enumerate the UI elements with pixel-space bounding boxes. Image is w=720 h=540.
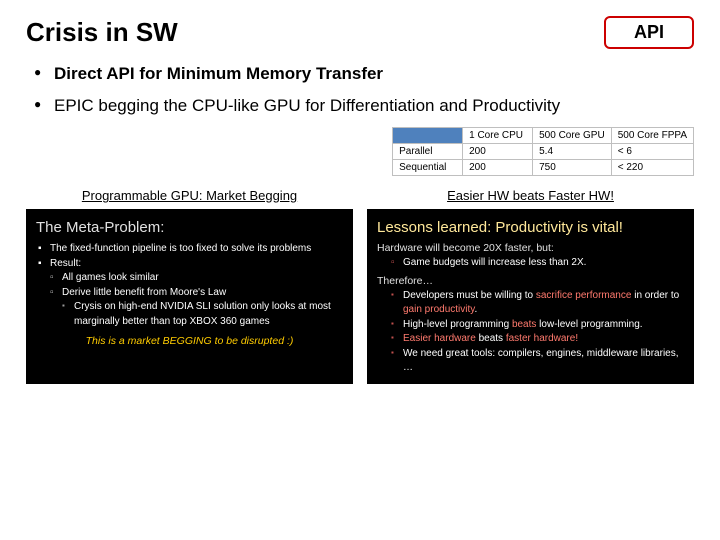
right-s1a: Game budgets will increase less than 2X.	[377, 256, 684, 271]
slide: Crisis in SW API Direct API for Minimum …	[0, 0, 720, 540]
em: sacrifice performance	[536, 290, 632, 301]
em: gain productivity	[403, 304, 475, 315]
right-sect1: Hardware will become 20X faster, but:	[377, 242, 684, 254]
right-s2a: Developers must be willing to sacrifice …	[377, 289, 684, 318]
th-col2: 500 Core GPU	[533, 128, 612, 144]
left-callout: This is a market BEGGING to be disrupted…	[36, 335, 343, 347]
left-heading: The Meta-Problem:	[36, 219, 343, 236]
table-header-row: 1 Core CPU 500 Core GPU 500 Core FPPA	[393, 128, 694, 144]
row2-c1: 200	[463, 160, 533, 176]
em: Easier hardware	[403, 333, 479, 344]
row2-c2: 750	[533, 160, 612, 176]
main-bullets: Direct API for Minimum Memory Transfer E…	[26, 63, 694, 117]
left-list: The fixed-function pipeline is too fixed…	[36, 242, 343, 329]
api-badge: API	[604, 16, 694, 49]
right-sect2: Therefore…	[377, 275, 684, 287]
t: .	[475, 304, 478, 315]
right-heading: Lessons learned: Productivity is vital!	[377, 219, 684, 236]
left-item-b1: All games look similar	[36, 271, 343, 286]
right-caption: Easier HW beats Faster HW!	[367, 186, 694, 209]
row1-c2: 5.4	[533, 144, 612, 160]
left-column: Programmable GPU: Market Begging The Met…	[26, 186, 353, 384]
row2-label: Sequential	[393, 160, 463, 176]
th-blank	[393, 128, 463, 144]
slide-header: Crisis in SW API	[26, 16, 694, 49]
left-item-a: The fixed-function pipeline is too fixed…	[36, 242, 343, 257]
t: low-level programming.	[536, 319, 642, 330]
left-item-b2: Derive little benefit from Moore's Law	[36, 286, 343, 301]
row1-label: Parallel	[393, 144, 463, 160]
em: beats	[512, 319, 536, 330]
left-item-b: Result:	[36, 257, 343, 272]
bullet-1: Direct API for Minimum Memory Transfer	[34, 63, 694, 85]
right-panel: Lessons learned: Productivity is vital! …	[367, 209, 694, 384]
t: in order to	[631, 290, 679, 301]
right-list1: Game budgets will increase less than 2X.	[377, 256, 684, 271]
left-item-b3: Crysis on high-end NVIDIA SLI solution o…	[36, 300, 343, 329]
t: High-level programming	[403, 319, 512, 330]
row1-c1: 200	[463, 144, 533, 160]
panels-row: Programmable GPU: Market Begging The Met…	[26, 186, 694, 384]
th-col1: 1 Core CPU	[463, 128, 533, 144]
comparison-table: 1 Core CPU 500 Core GPU 500 Core FPPA Pa…	[392, 127, 694, 176]
left-panel: The Meta-Problem: The fixed-function pip…	[26, 209, 353, 384]
right-column: Easier HW beats Faster HW! Lessons learn…	[367, 186, 694, 384]
slide-title: Crisis in SW	[26, 17, 178, 48]
right-s2c: Easier hardware beats faster hardware!	[377, 332, 684, 347]
t: beats	[479, 333, 506, 344]
table-row: Sequential 200 750 < 220	[393, 160, 694, 176]
left-caption: Programmable GPU: Market Begging	[26, 186, 353, 209]
right-s2d: We need great tools: compilers, engines,…	[377, 347, 684, 376]
comparison-table-wrap: 1 Core CPU 500 Core GPU 500 Core FPPA Pa…	[26, 127, 694, 176]
th-col3: 500 Core FPPA	[611, 128, 693, 144]
bullet-2: EPIC begging the CPU-like GPU for Differ…	[34, 95, 694, 117]
t: Developers must be willing to	[403, 290, 536, 301]
row2-c3: < 220	[611, 160, 693, 176]
em: faster hardware!	[506, 333, 578, 344]
row1-c3: < 6	[611, 144, 693, 160]
table-row: Parallel 200 5.4 < 6	[393, 144, 694, 160]
right-s2b: High-level programming beats low-level p…	[377, 318, 684, 333]
right-list2: Developers must be willing to sacrifice …	[377, 289, 684, 376]
